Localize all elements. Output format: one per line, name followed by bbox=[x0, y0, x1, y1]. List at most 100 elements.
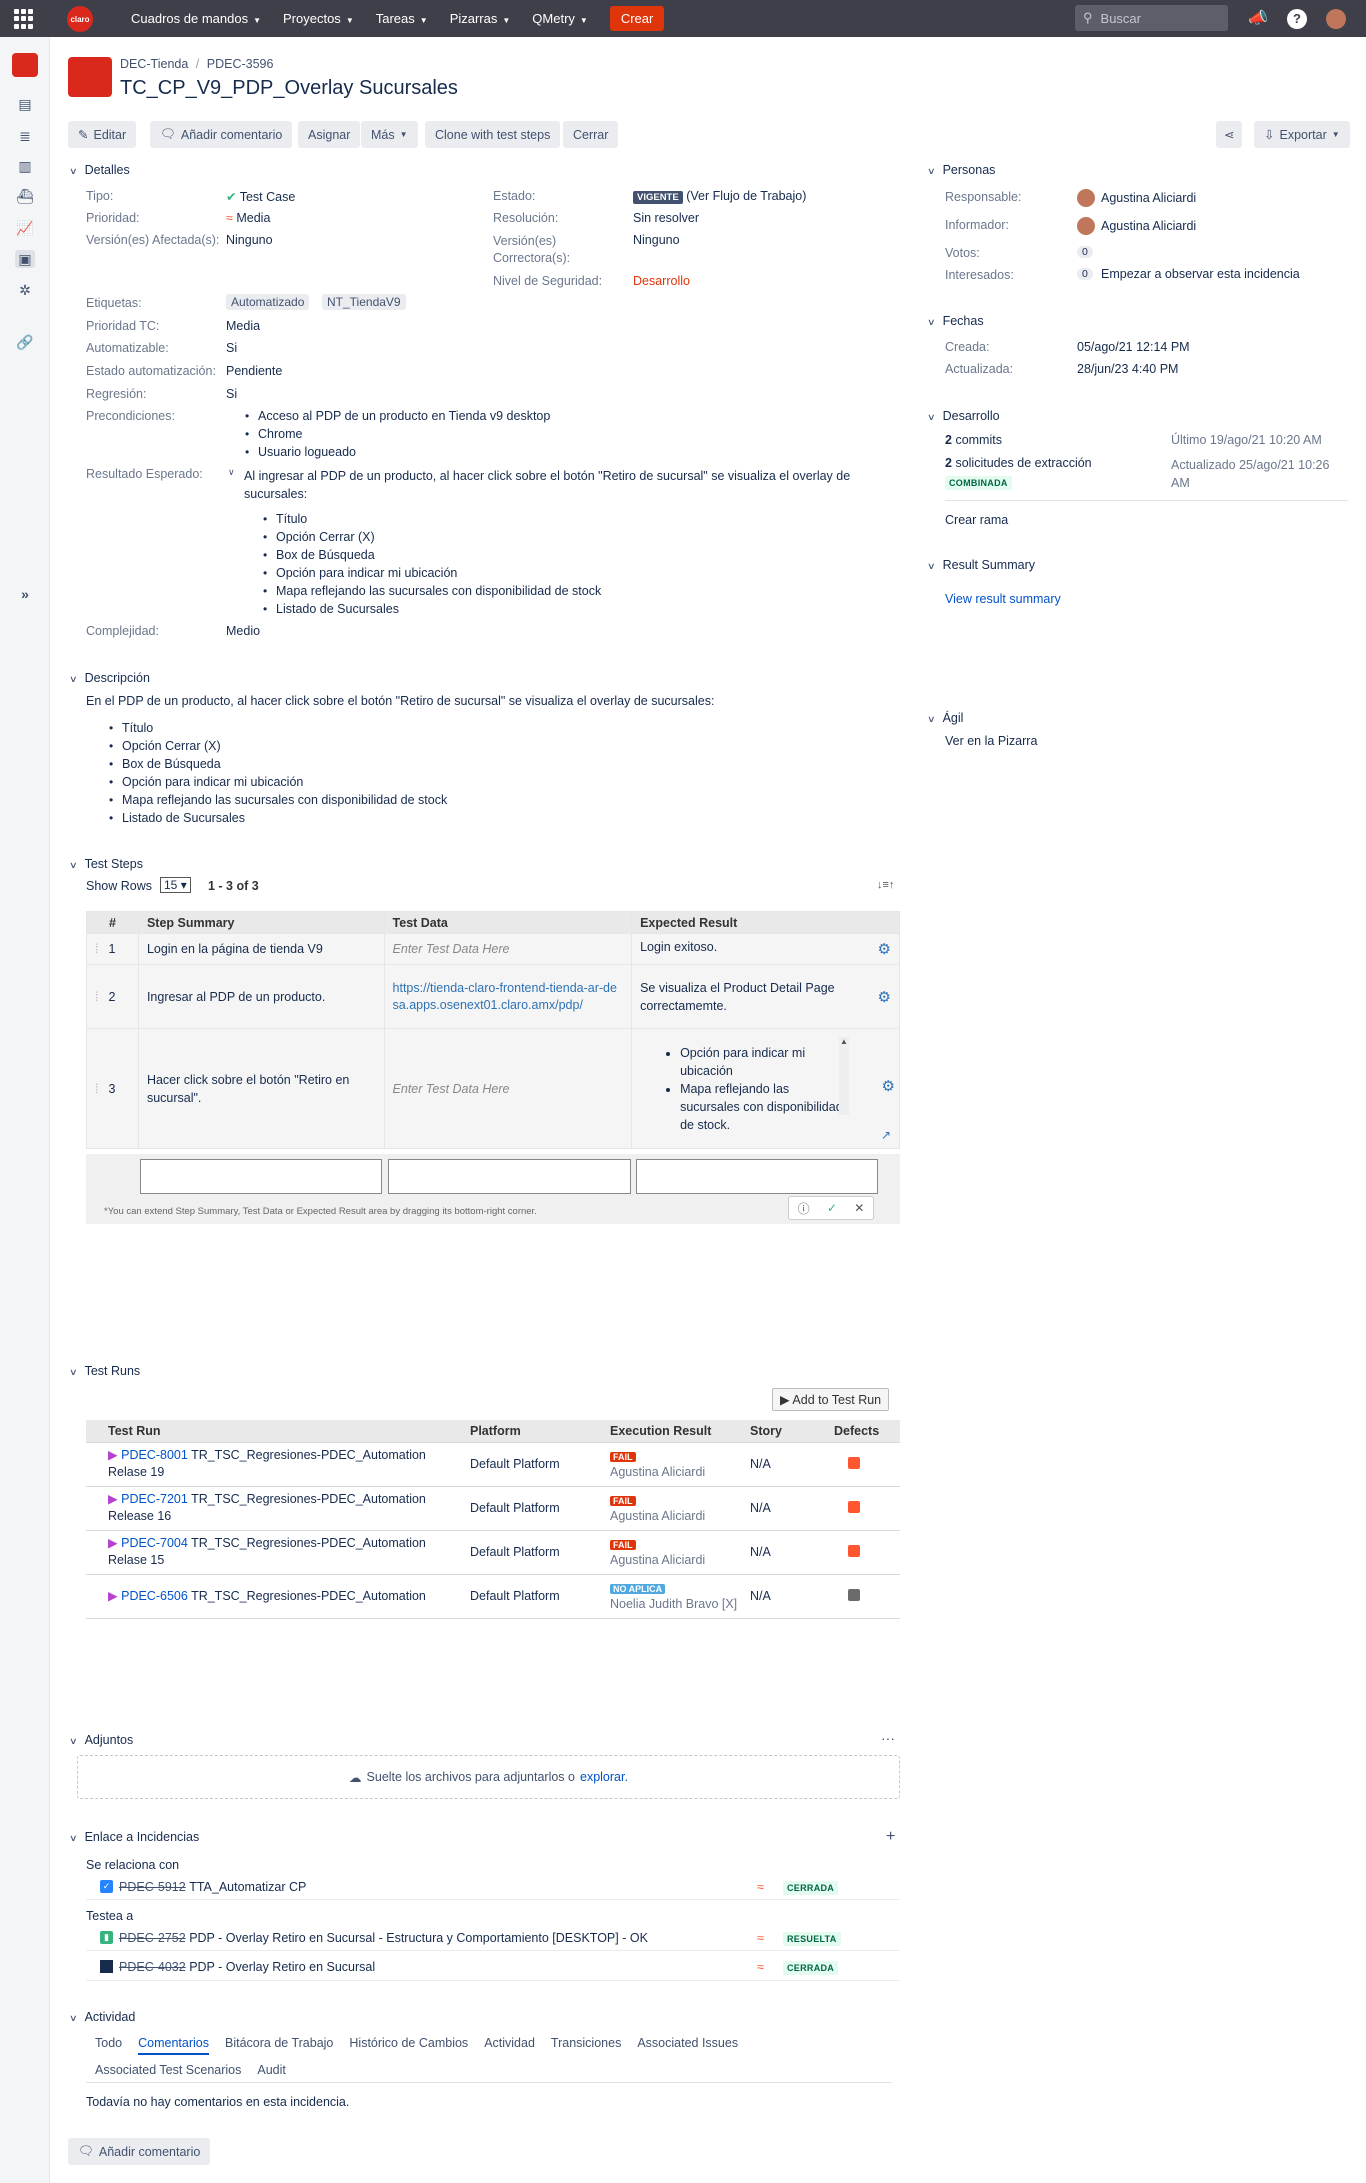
add-to-test-run-button[interactable]: ▶ Add to Test Run bbox=[772, 1388, 890, 1411]
nav-projects[interactable]: Proyectos ▼ bbox=[283, 11, 354, 26]
tab-audit[interactable]: Audit bbox=[257, 2063, 286, 2077]
view-result-summary-link[interactable]: View result summary bbox=[945, 592, 1061, 606]
gear-icon[interactable]: ⚙ bbox=[882, 1077, 895, 1095]
step-summary[interactable]: Ingresar al PDP de un producto. bbox=[137, 964, 385, 1029]
nav-dashboards[interactable]: Cuadros de mandos ▼ bbox=[131, 11, 261, 26]
step-summary-input[interactable] bbox=[140, 1159, 382, 1194]
help-icon[interactable]: ⓘ bbox=[798, 1200, 810, 1217]
votes-count[interactable]: 0 bbox=[1077, 246, 1093, 258]
linked-issue-row[interactable]: ✓ PDEC-5912 TTA_Automatizar CP ≈ CERRADA bbox=[86, 1874, 900, 1900]
agile-heading[interactable]: ∨ Ágil bbox=[927, 711, 963, 725]
linked-issue-row[interactable]: ▮ PDEC-2752 PDP - Overlay Retiro en Sucu… bbox=[86, 1925, 900, 1951]
project-avatar[interactable] bbox=[12, 53, 38, 77]
run-key-link[interactable]: PDEC-6506 bbox=[121, 1589, 188, 1603]
backlog-icon[interactable]: ▤ bbox=[15, 95, 35, 113]
releases-icon[interactable]: ⛴ bbox=[15, 187, 35, 205]
defect-icon[interactable] bbox=[848, 1544, 860, 1557]
defect-icon[interactable] bbox=[848, 1588, 860, 1601]
commits-link[interactable]: 2 commits bbox=[945, 433, 1002, 447]
test-runs-heading[interactable]: ∨ Test Runs bbox=[69, 1364, 140, 1378]
expand-sidebar-icon[interactable]: » bbox=[15, 585, 35, 603]
step-summary[interactable]: Hacer click sobre el botón "Retiro en su… bbox=[137, 1028, 385, 1149]
rows-select[interactable]: 15 ▾ bbox=[160, 877, 191, 893]
test-data-link[interactable]: https://tienda-claro-frontend-tienda-ar-… bbox=[383, 964, 633, 1029]
user-avatar[interactable] bbox=[1326, 9, 1346, 29]
workflow-link[interactable]: (Ver Flujo de Trabajo) bbox=[686, 189, 806, 203]
more-button[interactable]: Más ▼ bbox=[361, 121, 418, 148]
assignee-value[interactable]: Agustina Aliciardi bbox=[1077, 189, 1196, 207]
stack-icon[interactable]: ≣ bbox=[15, 127, 35, 145]
nav-qmetry[interactable]: QMetry ▼ bbox=[532, 11, 588, 26]
tab-associated-issues[interactable]: Associated Issues bbox=[637, 2036, 738, 2055]
view-on-board-link[interactable]: Ver en la Pizarra bbox=[945, 734, 1037, 748]
watchers-count[interactable]: 0 bbox=[1077, 268, 1093, 280]
test-data-placeholder[interactable]: Enter Test Data Here bbox=[383, 933, 633, 965]
label-tag[interactable]: NT_TiendaV9 bbox=[322, 294, 406, 310]
tab-associated-test-scenarios[interactable]: Associated Test Scenarios bbox=[95, 2063, 241, 2077]
gear-icon[interactable]: ⚙ bbox=[878, 989, 891, 1007]
export-button[interactable]: ⇩ Exportar ▼ bbox=[1254, 121, 1350, 148]
dates-heading[interactable]: ∨ Fechas bbox=[927, 314, 984, 328]
pull-requests-link[interactable]: 2 solicitudes de extracción bbox=[945, 456, 1092, 470]
close-button[interactable]: Cerrar bbox=[563, 121, 619, 148]
share-icon[interactable]: ⋖ bbox=[1216, 121, 1243, 148]
add-comment-bottom-button[interactable]: 🗨 Añadir comentario bbox=[68, 2138, 211, 2165]
drag-handle-icon[interactable]: ⁞ bbox=[95, 990, 98, 1004]
sort-icon[interactable]: ↓≡↑ bbox=[877, 879, 894, 891]
tab-comments[interactable]: Comentarios bbox=[138, 2036, 209, 2055]
edit-button[interactable]: ✎ Editar bbox=[68, 121, 137, 148]
activity-heading[interactable]: ∨ Actividad bbox=[69, 2010, 135, 2024]
cancel-icon[interactable]: ✕ bbox=[854, 1201, 864, 1215]
link-icon[interactable]: 🔗 bbox=[15, 333, 35, 351]
help-icon[interactable]: ? bbox=[1287, 9, 1307, 29]
file-drop-zone[interactable]: ☁ Suelte los archivos para adjuntarlos oe… bbox=[77, 1755, 900, 1799]
notifications-icon[interactable]: 📣 bbox=[1247, 8, 1269, 30]
tab-activity[interactable]: Actividad bbox=[484, 2036, 535, 2055]
more-options-icon[interactable]: ··· bbox=[881, 1730, 895, 1746]
test-data-placeholder[interactable]: Enter Test Data Here bbox=[383, 1028, 633, 1149]
attachments-heading[interactable]: ∨ Adjuntos bbox=[69, 1733, 133, 1747]
save-icon[interactable]: ✓ bbox=[827, 1201, 837, 1215]
tab-all[interactable]: Todo bbox=[95, 2036, 122, 2055]
board-icon[interactable]: ▥ bbox=[15, 157, 35, 175]
breadcrumb-issue[interactable]: PDEC-3596 bbox=[207, 57, 274, 71]
linked-issue-row[interactable]: PDEC-4032 PDP - Overlay Retiro en Sucurs… bbox=[86, 1953, 900, 1981]
expected-cell[interactable]: Login exitoso. ⚙ bbox=[631, 933, 900, 965]
add-comment-button[interactable]: 🗨 Añadir comentario bbox=[150, 121, 293, 148]
gear-icon[interactable]: ⚙ bbox=[878, 940, 891, 958]
brand-logo[interactable]: claro bbox=[67, 6, 93, 32]
tab-history[interactable]: Histórico de Cambios bbox=[349, 2036, 468, 2055]
description-heading[interactable]: ∨ Descripción bbox=[69, 671, 150, 685]
run-key-link[interactable]: PDEC-7201 bbox=[121, 1492, 188, 1506]
issue-links-heading[interactable]: ∨ Enlace a Incidencias bbox=[69, 1830, 199, 1844]
tab-transitions[interactable]: Transiciones bbox=[551, 2036, 621, 2055]
drag-handle-icon[interactable]: ⁞ bbox=[95, 1082, 98, 1096]
defect-icon[interactable] bbox=[848, 1500, 860, 1513]
open-icon[interactable]: ↗ bbox=[881, 1128, 891, 1142]
components-icon[interactable]: ✲ bbox=[15, 281, 35, 299]
watch-link[interactable]: Empezar a observar esta incidencia bbox=[1101, 267, 1300, 281]
test-data-input[interactable] bbox=[388, 1159, 631, 1194]
search-input[interactable]: ⚲ Buscar bbox=[1075, 5, 1228, 31]
browse-link[interactable]: explorar. bbox=[580, 1770, 628, 1784]
people-heading[interactable]: ∨ Personas bbox=[927, 163, 995, 177]
nav-issues[interactable]: Tareas ▼ bbox=[376, 11, 428, 26]
expected-cell[interactable]: ⚙ Se visualiza el Product Detail Page cor… bbox=[631, 964, 900, 1029]
create-branch-link[interactable]: Crear rama bbox=[945, 513, 1008, 527]
issues-icon[interactable]: ▣ bbox=[15, 250, 35, 268]
run-key-link[interactable]: PDEC-8001 bbox=[121, 1448, 188, 1462]
reporter-value[interactable]: Agustina Aliciardi bbox=[1077, 217, 1196, 235]
expected-cell[interactable]: Opción para indicar mi ubicación Mapa re… bbox=[631, 1028, 900, 1149]
development-heading[interactable]: ∨ Desarrollo bbox=[927, 409, 1000, 423]
create-button[interactable]: Crear bbox=[609, 6, 665, 31]
app-switcher-icon[interactable] bbox=[14, 9, 34, 29]
expected-result-input[interactable] bbox=[636, 1159, 878, 1194]
nav-boards[interactable]: Pizarras ▼ bbox=[450, 11, 511, 26]
chevron-down-icon[interactable]: ∨ bbox=[228, 467, 235, 478]
clone-button[interactable]: Clone with test steps bbox=[425, 121, 561, 148]
assign-button[interactable]: Asignar bbox=[298, 121, 361, 148]
drag-handle-icon[interactable]: ⁞ bbox=[95, 942, 98, 956]
label-tag[interactable]: Automatizado bbox=[226, 294, 310, 310]
breadcrumb-project[interactable]: DEC-Tienda bbox=[120, 57, 188, 71]
add-link-icon[interactable]: + bbox=[886, 1828, 895, 1846]
